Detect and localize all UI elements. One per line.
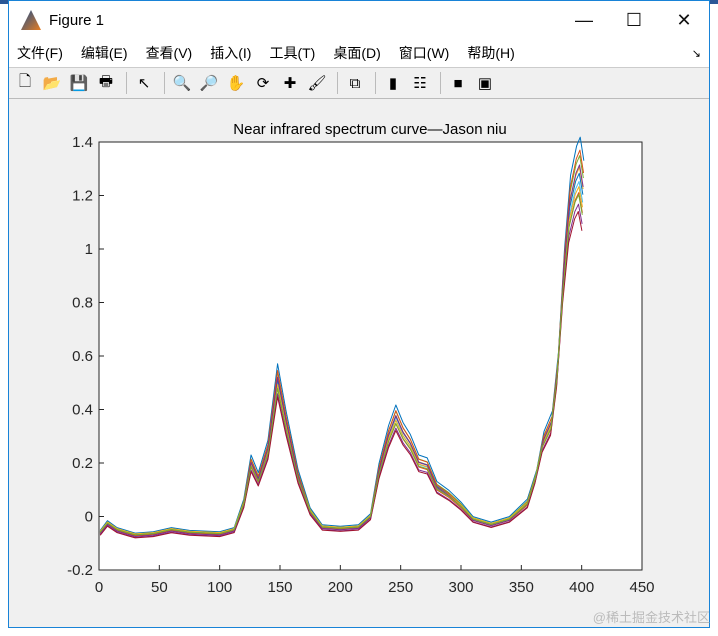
x-tick-label: 350 bbox=[509, 579, 534, 596]
y-tick-label: -0.2 bbox=[67, 562, 93, 579]
x-tick-label: 100 bbox=[207, 579, 232, 596]
x-tick-label: 450 bbox=[629, 579, 654, 596]
x-tick-label: 200 bbox=[328, 579, 353, 596]
y-tick-label: 1.2 bbox=[72, 188, 93, 205]
axes-box bbox=[98, 141, 643, 571]
y-tick-label: 1 bbox=[85, 241, 93, 258]
x-tick-label: 50 bbox=[151, 579, 168, 596]
chart-title: Near infrared spectrum curve—Jason niu bbox=[233, 121, 506, 138]
x-tick-label: 0 bbox=[95, 579, 103, 596]
y-tick-label: 0 bbox=[85, 509, 93, 526]
x-tick-label: 400 bbox=[569, 579, 594, 596]
chart: Near infrared spectrum curve—Jason niu 0… bbox=[67, 121, 654, 596]
y-tick-label: 0.2 bbox=[72, 455, 93, 472]
y-tick-label: 1.4 bbox=[72, 134, 93, 151]
y-tick-label: 0.4 bbox=[72, 402, 93, 419]
y-tick-label: 0.8 bbox=[72, 295, 93, 312]
x-tick-label: 150 bbox=[267, 579, 292, 596]
x-tick-label: 250 bbox=[388, 579, 413, 596]
y-tick-label: 0.6 bbox=[72, 348, 93, 365]
x-tick-label: 300 bbox=[448, 579, 473, 596]
watermark: @稀土掘金技术社区 bbox=[592, 610, 710, 625]
